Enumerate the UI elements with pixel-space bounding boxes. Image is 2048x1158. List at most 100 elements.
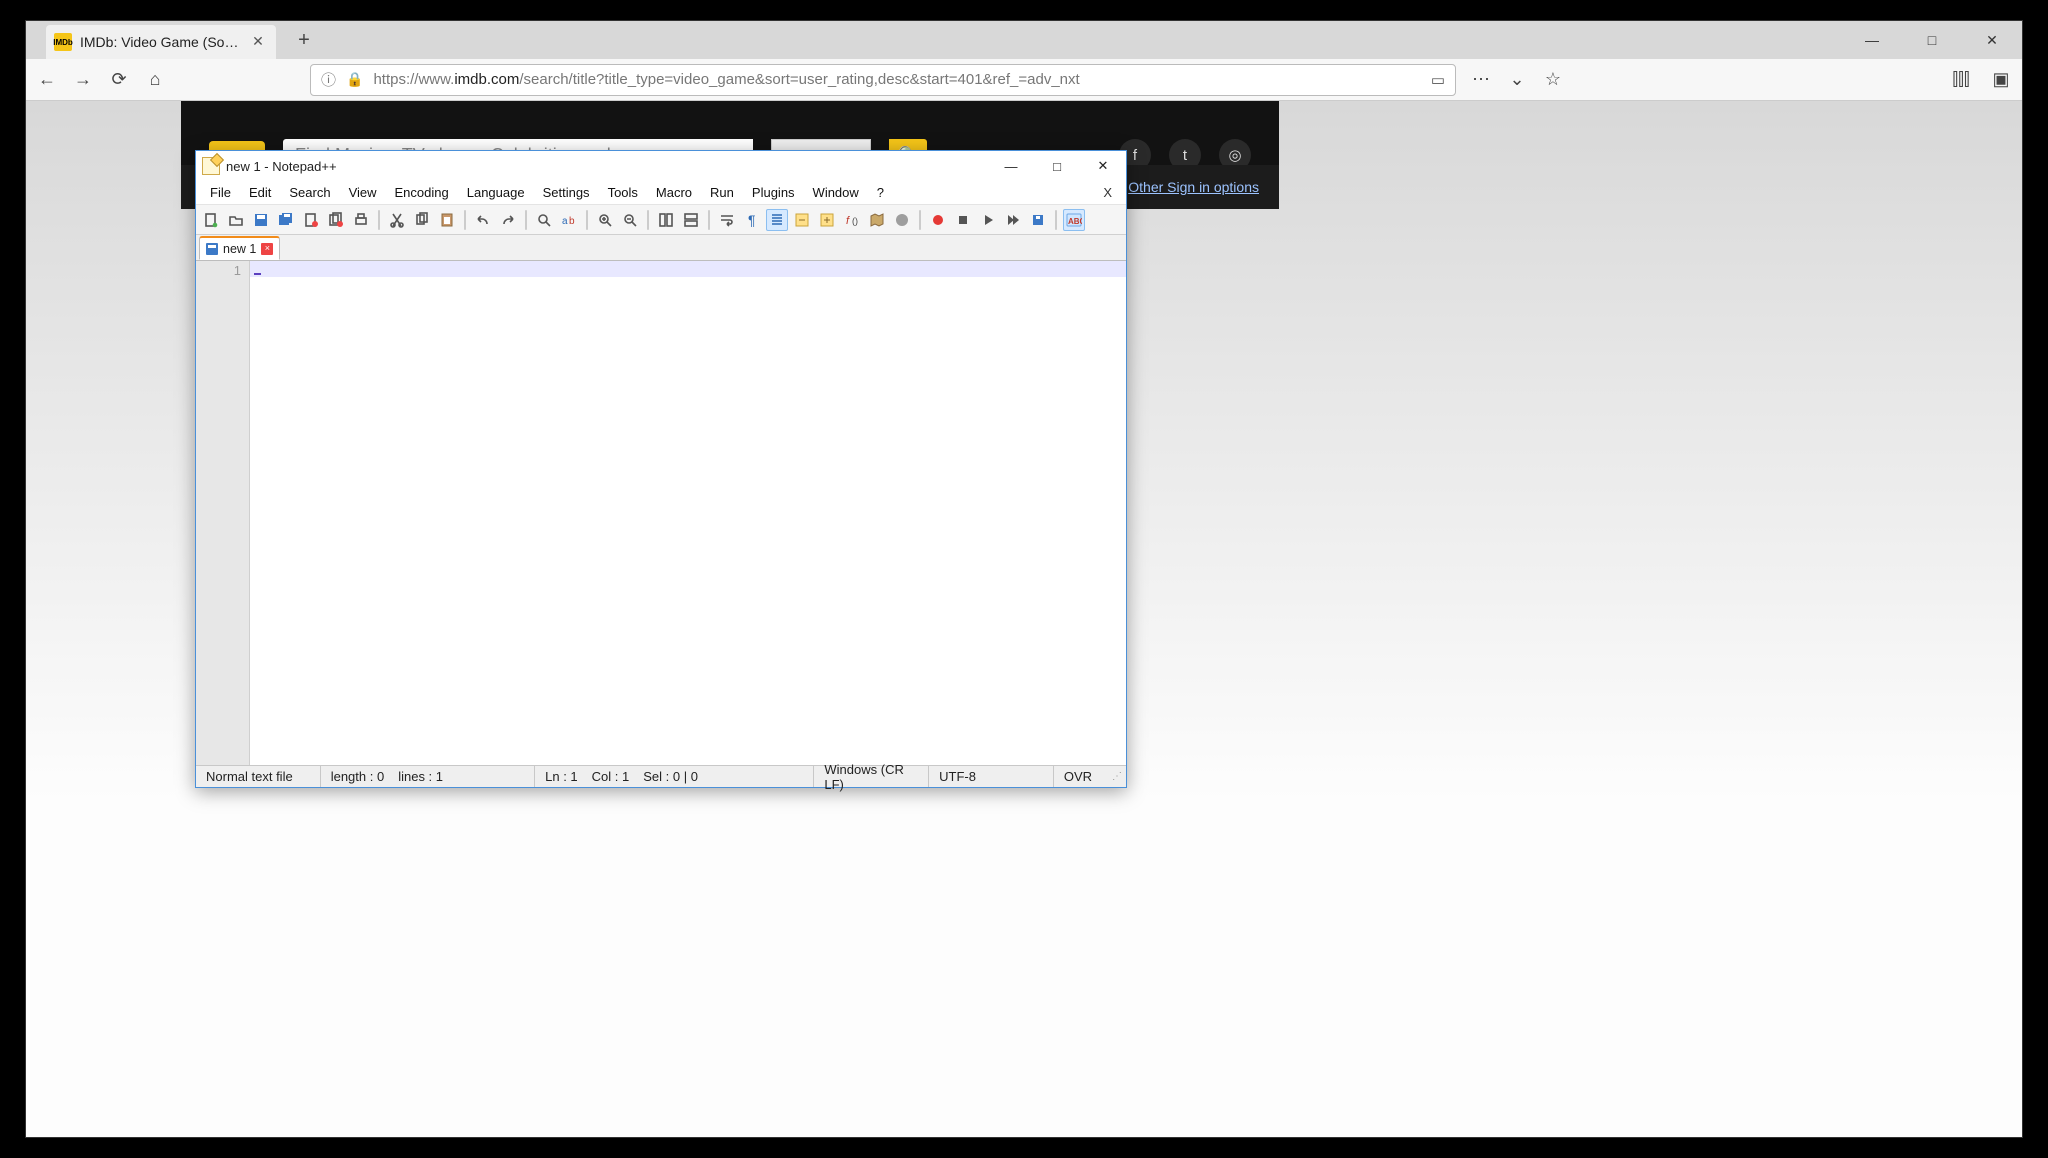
pocket-icon[interactable]: ⌄ [1506, 69, 1528, 91]
toolbar-separator [378, 210, 380, 230]
toolbar-separator [647, 210, 649, 230]
npp-minimize-button[interactable]: — [988, 152, 1034, 180]
menu-macro[interactable]: Macro [648, 183, 700, 202]
menu-tools[interactable]: Tools [600, 183, 646, 202]
tab-close-icon[interactable]: ✕ [250, 34, 266, 50]
zoom-out-icon[interactable] [619, 209, 641, 231]
bookmark-star-icon[interactable]: ☆ [1542, 69, 1564, 91]
close-file-icon[interactable] [300, 209, 322, 231]
doc-switcher-icon[interactable] [891, 209, 913, 231]
library-icon[interactable]: ⫿⫿⫿ [1950, 69, 1972, 91]
notepadpp-app-icon [202, 157, 220, 175]
indent-guide-icon[interactable] [766, 209, 788, 231]
home-button[interactable]: ⌂ [144, 69, 166, 91]
npp-tab-close-icon[interactable]: × [261, 243, 273, 255]
notepadpp-window: new 1 - Notepad++ — □ ✕ FileEditSearchVi… [195, 150, 1127, 788]
site-info-icon[interactable]: ⓘ [321, 69, 336, 90]
imdb-favicon-icon: IMDb [54, 33, 72, 51]
redo-icon[interactable] [497, 209, 519, 231]
doc-map-icon[interactable] [866, 209, 888, 231]
browser-close-button[interactable]: ✕ [1962, 21, 2022, 59]
show-all-chars-icon[interactable]: ¶ [741, 209, 763, 231]
nav-toolbar: ← → ⟳ ⌂ ⓘ 🔒 https://www.imdb.com/search/… [26, 59, 2022, 101]
npp-editor[interactable]: 1 [196, 261, 1126, 765]
zoom-in-icon[interactable] [594, 209, 616, 231]
menu-language[interactable]: Language [459, 183, 533, 202]
browser-tab-imdb[interactable]: IMDb IMDb: Video Game (Sorted by I ✕ [46, 25, 276, 59]
paste-icon[interactable] [436, 209, 458, 231]
find-icon[interactable] [533, 209, 555, 231]
copy-icon[interactable] [411, 209, 433, 231]
back-button[interactable]: ← [36, 69, 58, 91]
menu-help[interactable]: ? [869, 183, 892, 202]
play-macro-icon[interactable] [977, 209, 999, 231]
npp-maximize-button[interactable]: □ [1034, 152, 1080, 180]
menu-view[interactable]: View [341, 183, 385, 202]
close-all-icon[interactable] [325, 209, 347, 231]
address-bar[interactable]: ⓘ 🔒 https://www.imdb.com/search/title?ti… [310, 64, 1456, 96]
unfold-icon[interactable] [816, 209, 838, 231]
save-state-icon [206, 243, 218, 255]
new-file-icon[interactable] [200, 209, 222, 231]
current-line-highlight [250, 261, 1126, 277]
npp-tab-label: new 1 [223, 242, 256, 256]
menu-run[interactable]: Run [702, 183, 742, 202]
browser-minimize-button[interactable]: — [1842, 21, 1902, 59]
menu-window[interactable]: Window [805, 183, 867, 202]
toolbar-separator [586, 210, 588, 230]
toolbar-separator [1055, 210, 1057, 230]
browser-maximize-button[interactable]: □ [1902, 21, 1962, 59]
npp-tab-new1[interactable]: new 1 × [199, 236, 280, 260]
npp-menu-close-x[interactable]: X [1095, 183, 1120, 202]
reader-mode-icon[interactable]: ▭ [1431, 71, 1445, 89]
wordwrap-icon[interactable] [716, 209, 738, 231]
play-multi-icon[interactable] [1002, 209, 1024, 231]
save-macro-icon[interactable] [1027, 209, 1049, 231]
status-cursor: Ln : 1Col : 1Sel : 0 | 0 [535, 766, 814, 787]
toolbar-separator [464, 210, 466, 230]
page-actions-icon[interactable]: ⋯ [1470, 69, 1492, 91]
toolbar-separator [525, 210, 527, 230]
resize-grip-icon[interactable]: ⋰ [1102, 766, 1126, 787]
cut-icon[interactable] [386, 209, 408, 231]
sync-h-icon[interactable] [680, 209, 702, 231]
toolbar-separator [708, 210, 710, 230]
signin-options-link[interactable]: Other Sign in options [1128, 179, 1259, 195]
forward-button[interactable]: → [72, 69, 94, 91]
save-all-icon[interactable] [275, 209, 297, 231]
line-number: 1 [196, 263, 241, 278]
svg-text:(): () [852, 216, 858, 226]
text-area[interactable] [250, 261, 1126, 765]
reload-button[interactable]: ⟳ [108, 69, 130, 91]
lock-icon[interactable]: 🔒 [346, 71, 363, 88]
menu-edit[interactable]: Edit [241, 183, 279, 202]
open-file-icon[interactable] [225, 209, 247, 231]
record-macro-icon[interactable] [927, 209, 949, 231]
url-text: https://www.imdb.com/search/title?title_… [373, 71, 1420, 88]
sync-v-icon[interactable] [655, 209, 677, 231]
stop-macro-icon[interactable] [952, 209, 974, 231]
npp-titlebar[interactable]: new 1 - Notepad++ — □ ✕ [196, 151, 1126, 181]
svg-text:¶: ¶ [748, 212, 756, 228]
undo-icon[interactable] [472, 209, 494, 231]
save-icon[interactable] [250, 209, 272, 231]
npp-document-tabs: new 1 × [196, 235, 1126, 261]
menu-plugins[interactable]: Plugins [744, 183, 803, 202]
status-eol: Windows (CR LF) [814, 766, 929, 787]
menu-file[interactable]: File [202, 183, 239, 202]
status-length-lines: length : 0lines : 1 [321, 766, 535, 787]
npp-title-text: new 1 - Notepad++ [226, 159, 337, 174]
menu-search[interactable]: Search [281, 183, 338, 202]
print-icon[interactable] [350, 209, 372, 231]
sidebar-toggle-icon[interactable]: ▣ [1990, 69, 2012, 91]
new-tab-button[interactable]: + [290, 27, 318, 55]
text-caret [254, 262, 261, 275]
fold-icon[interactable] [791, 209, 813, 231]
replace-icon[interactable]: ab [558, 209, 580, 231]
menu-settings[interactable]: Settings [535, 183, 598, 202]
spellcheck-icon[interactable]: ABC [1063, 209, 1085, 231]
npp-close-button[interactable]: ✕ [1080, 152, 1126, 180]
menu-encoding[interactable]: Encoding [387, 183, 457, 202]
function-list-icon[interactable]: f() [841, 209, 863, 231]
svg-text:a: a [562, 216, 568, 227]
